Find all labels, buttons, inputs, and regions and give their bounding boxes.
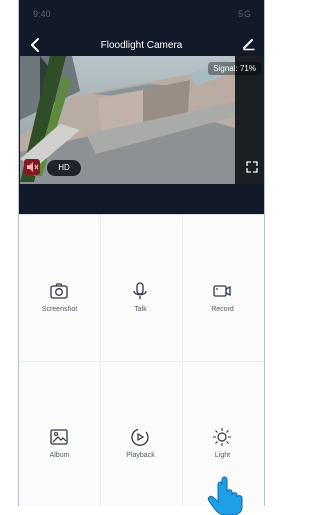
control-panel: Screenshot Talk Record Album Playback Li… (19, 214, 264, 506)
record-button[interactable]: Record (182, 215, 263, 361)
status-signal: 5G (237, 9, 252, 19)
talk-label: Talk (134, 306, 147, 313)
microphone-icon (133, 282, 147, 299)
playback-button[interactable]: Playback (100, 361, 181, 506)
status-time: 9:40 (33, 9, 51, 19)
pointing-hand-icon (207, 476, 243, 515)
mute-speaker-icon[interactable] (24, 159, 40, 175)
playback-label: Playback (126, 452, 155, 459)
light-icon (213, 428, 231, 446)
camera-live-view[interactable]: Signal: 71% HD (20, 56, 264, 184)
quality-toggle[interactable]: HD (47, 160, 81, 176)
signal-indicator: Signal: 71% (208, 62, 261, 75)
record-label: Record (211, 306, 234, 313)
nav-bar: Floodlight Camera (19, 32, 264, 58)
screenshot-button[interactable]: Screenshot (19, 215, 100, 361)
screenshot-label: Screenshot (41, 306, 78, 313)
camera-icon (50, 283, 68, 299)
status-bar: 9:40 5G (19, 0, 264, 28)
light-label: Light (214, 452, 231, 459)
album-label: Album (49, 452, 70, 459)
edit-icon[interactable] (242, 37, 256, 51)
talk-button[interactable]: Talk (100, 215, 181, 361)
fullscreen-icon[interactable] (245, 160, 259, 174)
video-record-icon (213, 285, 231, 297)
playback-icon (131, 428, 149, 446)
image-icon (50, 429, 68, 445)
page-title: Floodlight Camera (100, 40, 183, 51)
album-button[interactable]: Album (19, 361, 100, 506)
phone-screen: 9:40 5G Floodlight Camera Signal: 71% HD… (18, 0, 265, 506)
